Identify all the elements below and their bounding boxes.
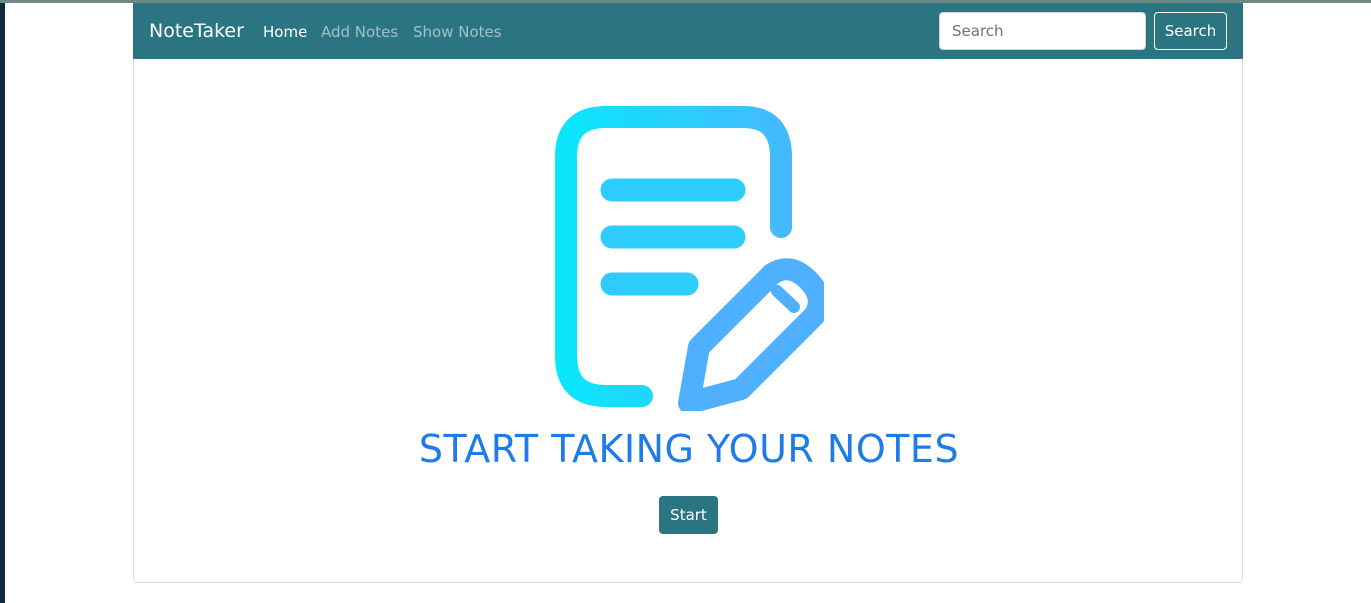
main-card: START TAKING YOUR NOTES Start: [133, 59, 1243, 583]
brand-link[interactable]: NoteTaker: [149, 20, 244, 42]
start-button[interactable]: Start: [659, 496, 718, 534]
nav-add-notes-link[interactable]: Add Notes: [321, 22, 398, 42]
navbar: NoteTaker Home Add Notes Show Notes Sear…: [133, 3, 1243, 59]
note-edit-icon: [555, 106, 824, 411]
page-headline: START TAKING YOUR NOTES: [418, 427, 960, 471]
nav-home-link[interactable]: Home: [263, 22, 307, 42]
search-button[interactable]: Search: [1154, 12, 1227, 50]
nav-show-notes-link[interactable]: Show Notes: [413, 22, 502, 42]
window-left-edge: [0, 0, 5, 603]
search-input[interactable]: [939, 12, 1146, 50]
